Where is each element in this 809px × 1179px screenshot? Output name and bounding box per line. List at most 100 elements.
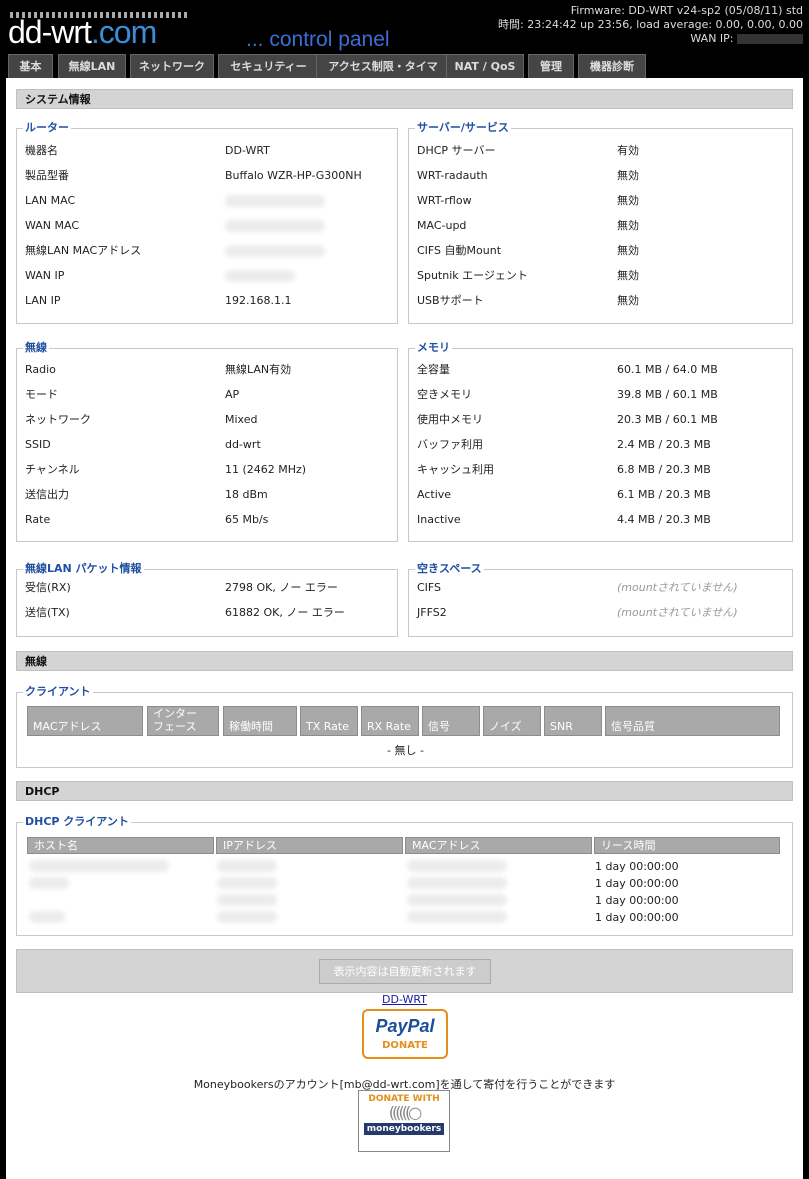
col-noise: ノイズ (483, 706, 541, 736)
row-cifs: CIFS (mountされていません) (417, 581, 738, 594)
legend-router: ルーター (23, 121, 71, 135)
logo-main: dd-wrt (8, 14, 92, 50)
row-mem-free: 空きメモリ 39.8 MB / 60.1 MB (417, 388, 718, 401)
row-dhcp-server: DHCP サーバー 有効 (417, 144, 639, 157)
col-signal: 信号 (422, 706, 480, 736)
row-mem-cache: キャッシュ利用 6.8 MB / 20.3 MB (417, 463, 711, 476)
wan-ip-value (737, 34, 803, 44)
lease-time: 1 day 00:00:00 (595, 860, 679, 873)
table-row: 1 day 00:00:00 (27, 875, 782, 892)
moneybookers-donate-button[interactable]: DONATE WITH ((((((○ moneybookers (358, 1090, 450, 1152)
row-mem-active: Active 6.1 MB / 20.3 MB (417, 488, 711, 501)
legend-wireless: 無線 (23, 341, 49, 355)
tab-admin[interactable]: 管理 (528, 54, 574, 78)
section-dhcp: DHCP (16, 781, 793, 801)
row-channel: チャンネル 11 (2462 MHz) (25, 463, 307, 476)
row-jffs2: JFFS2 (mountされていません) (417, 606, 738, 619)
row-mem-inactive: Inactive 4.4 MB / 20.3 MB (417, 513, 711, 526)
clients-table-header: MACアドレス インター フェース 稼働時間 TX Rate RX Rate 信… (27, 706, 782, 738)
table-row: 1 day 00:00:00 (27, 909, 782, 926)
row-radauth: WRT-radauth 無効 (417, 169, 639, 182)
lease-time: 1 day 00:00:00 (595, 877, 679, 890)
tab-wireless[interactable]: 無線LAN (58, 54, 126, 78)
col-dhcp-mac: MACアドレス (405, 837, 592, 854)
row-mem-buffers: バッファ利用 2.4 MB / 20.3 MB (417, 438, 711, 451)
row-cifs-mount: CIFS 自動Mount 無効 (417, 244, 639, 257)
paypal-donate-button[interactable]: PayPal DONATE (362, 1009, 448, 1059)
fieldset-services: サーバー/サービス DHCP サーバー 有効 WRT-radauth 無効 WRT-… (408, 121, 793, 324)
row-wlan-mac: 無線LAN MACアドレス (25, 243, 385, 259)
col-interface: インター フェース (147, 706, 219, 736)
row-wan-mac: WAN MAC (25, 218, 385, 234)
logo-suffix: .com (90, 14, 157, 50)
fieldset-packets: 無線LAN パケット情報 受信(RX) 2798 OK, ノー エラー 送信(TX… (16, 562, 398, 637)
fieldset-free-space: 空きスペース CIFS (mountされていません) JFFS2 (mountされて… (408, 562, 793, 637)
auto-refresh-button[interactable]: 表示内容は自動更新されます (319, 959, 491, 984)
redacted-hostname (29, 860, 169, 872)
row-rx: 受信(RX) 2798 OK, ノー エラー (25, 581, 338, 594)
tab-status[interactable]: 機器診断 (578, 54, 646, 78)
row-ssid: SSID dd-wrt (25, 438, 261, 451)
legend-memory: メモリ (415, 341, 452, 355)
redacted-ip (217, 894, 277, 906)
logo: dd-wrt.com (8, 14, 157, 50)
lease-time: 1 day 00:00:00 (595, 894, 679, 907)
paypal-donate-label: DONATE (382, 1040, 428, 1051)
header: dd-wrt.com ... control panel Firmware: D… (0, 0, 809, 78)
row-radio: Radio 無線LAN有効 (25, 363, 292, 376)
button-bar: 表示内容は自動更新されます (16, 949, 793, 993)
tab-security[interactable]: セキュリティー (218, 54, 319, 78)
legend-packets: 無線LAN パケット情報 (23, 562, 144, 576)
row-lan-mac: LAN MAC (25, 193, 385, 209)
dd-wrt-link[interactable]: DD-WRT (6, 993, 803, 1006)
row-lan-ip: LAN IP 192.168.1.1 (25, 294, 292, 307)
control-panel-subtitle: ... control panel (246, 28, 390, 51)
redacted-value (225, 220, 325, 232)
mb-logo: moneybookers (364, 1123, 444, 1135)
redacted-value (225, 195, 325, 207)
fieldset-wireless: 無線 Radio 無線LAN有効 モード AP ネットワーク Mixed SSID dd… (16, 341, 398, 542)
legend-services: サーバー/サービス (415, 121, 511, 135)
legend-free-space: 空きスペース (415, 562, 484, 576)
paypal-logo: PayPal (375, 1016, 435, 1036)
tab-network[interactable]: ネットワーク (130, 54, 214, 78)
redacted-ip (217, 911, 277, 923)
row-network: ネットワーク Mixed (25, 413, 258, 426)
redacted-mac (407, 877, 507, 889)
redacted-ip (217, 860, 277, 872)
fieldset-dhcp-clients: DHCP クライアント ホスト名 IPアドレス MACアドレス リース時間 1 … (16, 815, 793, 936)
tab-basic[interactable]: 基本 (8, 54, 53, 78)
redacted-value (225, 245, 325, 257)
row-tx: 送信(TX) 61882 OK, ノー エラー (25, 606, 345, 619)
col-uptime: 稼働時間 (223, 706, 297, 736)
col-hostname: ホスト名 (27, 837, 214, 854)
dhcp-rows: 1 day 00:00:00 1 day 00:00:00 1 day 00:0… (27, 858, 782, 928)
row-sputnik: Sputnik エージェント 無効 (417, 269, 639, 282)
redacted-mac (407, 894, 507, 906)
row-mac-upd: MAC-upd 無効 (417, 219, 639, 232)
tab-access-restriction[interactable]: アクセス制限・タイマ (316, 54, 450, 78)
col-lease: リース時間 (594, 837, 780, 854)
section-system-info: システム情報 (16, 89, 793, 109)
col-signal-quality: 信号品質 (605, 706, 780, 736)
wan-ip-line: WAN IP: (498, 32, 803, 46)
section-wireless: 無線 (16, 651, 793, 671)
lease-time: 1 day 00:00:00 (595, 911, 679, 924)
redacted-mac (407, 860, 507, 872)
redacted-hostname (29, 877, 69, 889)
firmware-version: Firmware: DD-WRT v24-sp2 (05/08/11) std (570, 4, 803, 17)
row-mem-total: 全容量 60.1 MB / 64.0 MB (417, 363, 718, 376)
table-row: 1 day 00:00:00 (27, 892, 782, 909)
row-tx-power: 送信出力 18 dBm (25, 488, 268, 501)
row-mode: モード AP (25, 388, 240, 401)
redacted-ip (217, 877, 277, 889)
wan-ip-label: WAN IP: (690, 32, 734, 45)
mb-circles-icon: ((((((○ (388, 1103, 422, 1122)
row-rate: Rate 65 Mb/s (25, 513, 269, 526)
col-mac: MACアドレス (27, 706, 143, 736)
redacted-value (225, 270, 295, 282)
fieldset-memory: メモリ 全容量 60.1 MB / 64.0 MB 空きメモリ 39.8 MB / … (408, 341, 793, 542)
main-content: システム情報 ルーター 機器名 DD-WRT 製品型番 Buffalo WZR-HP… (6, 78, 803, 1179)
tab-nat-qos[interactable]: NAT / QoS (446, 54, 524, 78)
fieldset-router: ルーター 機器名 DD-WRT 製品型番 Buffalo WZR-HP-G300NH… (16, 121, 398, 324)
